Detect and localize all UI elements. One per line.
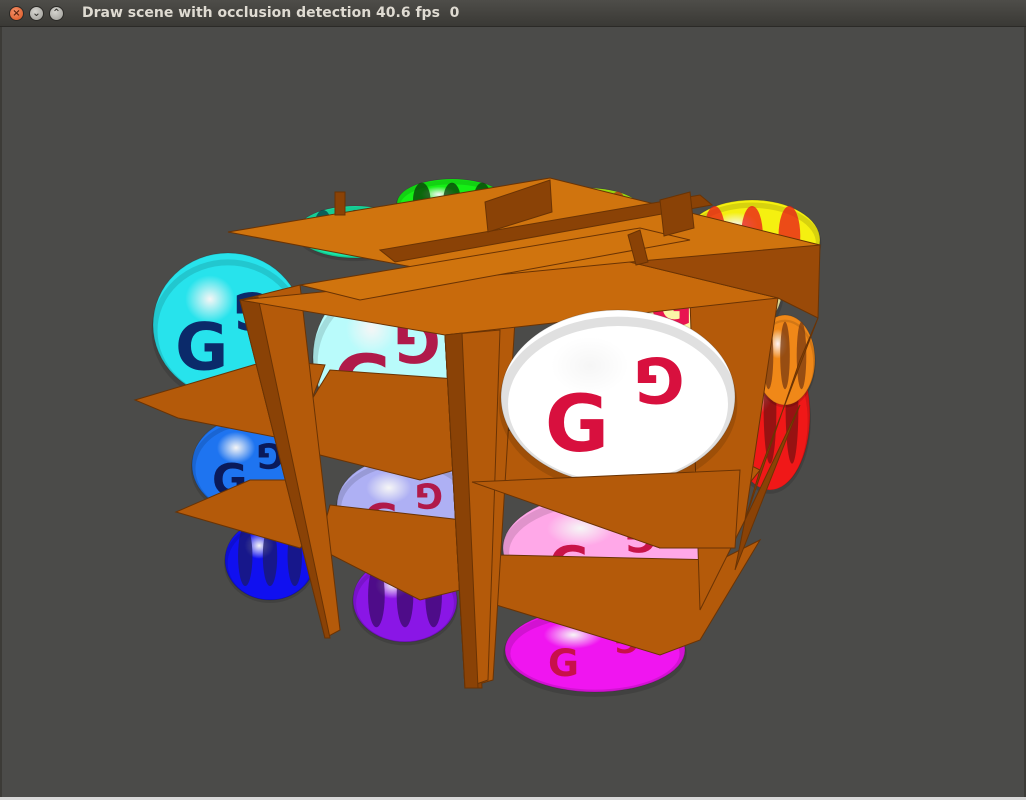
logo-glyph: G <box>545 379 609 470</box>
minimize-button[interactable]: ⌄ <box>29 6 44 21</box>
window-title: Draw scene with occlusion detection 40.6… <box>82 5 460 21</box>
sphere-white: GG <box>498 309 738 492</box>
logo-glyph: G <box>415 474 443 514</box>
close-button[interactable]: × <box>9 6 24 21</box>
maximize-button[interactable]: ⌃ <box>49 6 64 21</box>
shelf-divider-back <box>334 191 346 216</box>
logo-glyph: G <box>633 343 684 416</box>
render-viewport[interactable]: GGGGGGGGGGGGGGGG <box>2 27 1024 797</box>
frame-top-vertical-3 <box>659 191 695 237</box>
application-window: × ⌄ ⌃ Draw scene with occlusion detectio… <box>0 0 1026 800</box>
title-bar[interactable]: × ⌄ ⌃ Draw scene with occlusion detectio… <box>0 0 1026 27</box>
3d-scene: GGGGGGGGGGGGGGGG <box>133 177 822 697</box>
window-controls: × ⌄ ⌃ <box>9 6 64 21</box>
logo-glyph: G <box>548 641 579 685</box>
